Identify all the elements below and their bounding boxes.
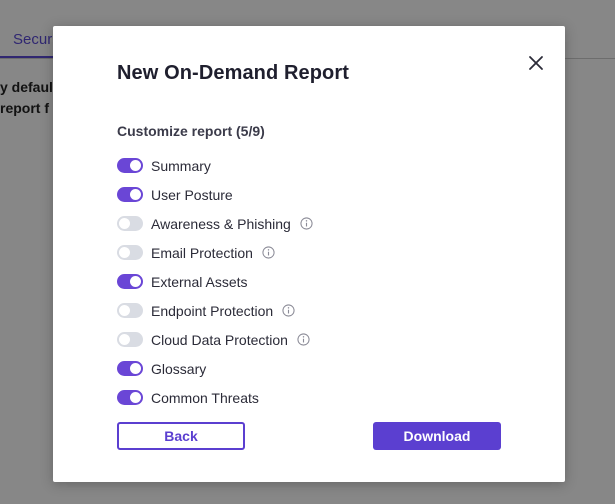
info-icon[interactable] (282, 304, 295, 317)
option-toggle[interactable] (117, 361, 143, 376)
option-toggle[interactable] (117, 332, 143, 347)
report-option: Email Protection (117, 238, 537, 267)
option-label: External Assets (151, 273, 248, 290)
option-toggle[interactable] (117, 187, 143, 202)
option-label: Email Protection (151, 244, 253, 261)
option-label: Endpoint Protection (151, 302, 274, 319)
option-label: Summary (151, 157, 211, 174)
option-toggle[interactable] (117, 245, 143, 260)
report-option: Awareness & Phishing (117, 209, 537, 238)
report-option: Cloud Data Protection (117, 325, 537, 354)
modal-title: New On-Demand Report (117, 62, 350, 84)
option-toggle[interactable] (117, 303, 143, 318)
report-options-list: Summary User Posture Awareness & Phishing E… (117, 151, 537, 412)
download-button[interactable]: Download (373, 422, 501, 450)
info-icon[interactable] (262, 246, 275, 259)
option-label: User Posture (151, 186, 233, 203)
info-icon[interactable] (300, 217, 313, 230)
option-label: Common Threats (151, 389, 259, 406)
option-toggle[interactable] (117, 216, 143, 231)
option-toggle[interactable] (117, 274, 143, 289)
report-option: External Assets (117, 267, 537, 296)
report-option: User Posture (117, 180, 537, 209)
option-label: Glossary (151, 360, 207, 377)
option-label: Cloud Data Protection (151, 331, 288, 348)
close-icon (529, 56, 543, 70)
option-label: Awareness & Phishing (151, 215, 291, 232)
report-option: Glossary (117, 354, 537, 383)
report-option: Summary (117, 151, 537, 180)
option-toggle[interactable] (117, 390, 143, 405)
report-modal: New On-Demand Report Customize report (5… (53, 26, 565, 482)
back-button[interactable]: Back (117, 422, 245, 450)
close-button[interactable] (525, 52, 547, 74)
customize-report-label: Customize report (5/9) (117, 123, 265, 139)
report-option: Common Threats (117, 383, 537, 412)
report-option: Endpoint Protection (117, 296, 537, 325)
info-icon[interactable] (297, 333, 310, 346)
option-toggle[interactable] (117, 158, 143, 173)
